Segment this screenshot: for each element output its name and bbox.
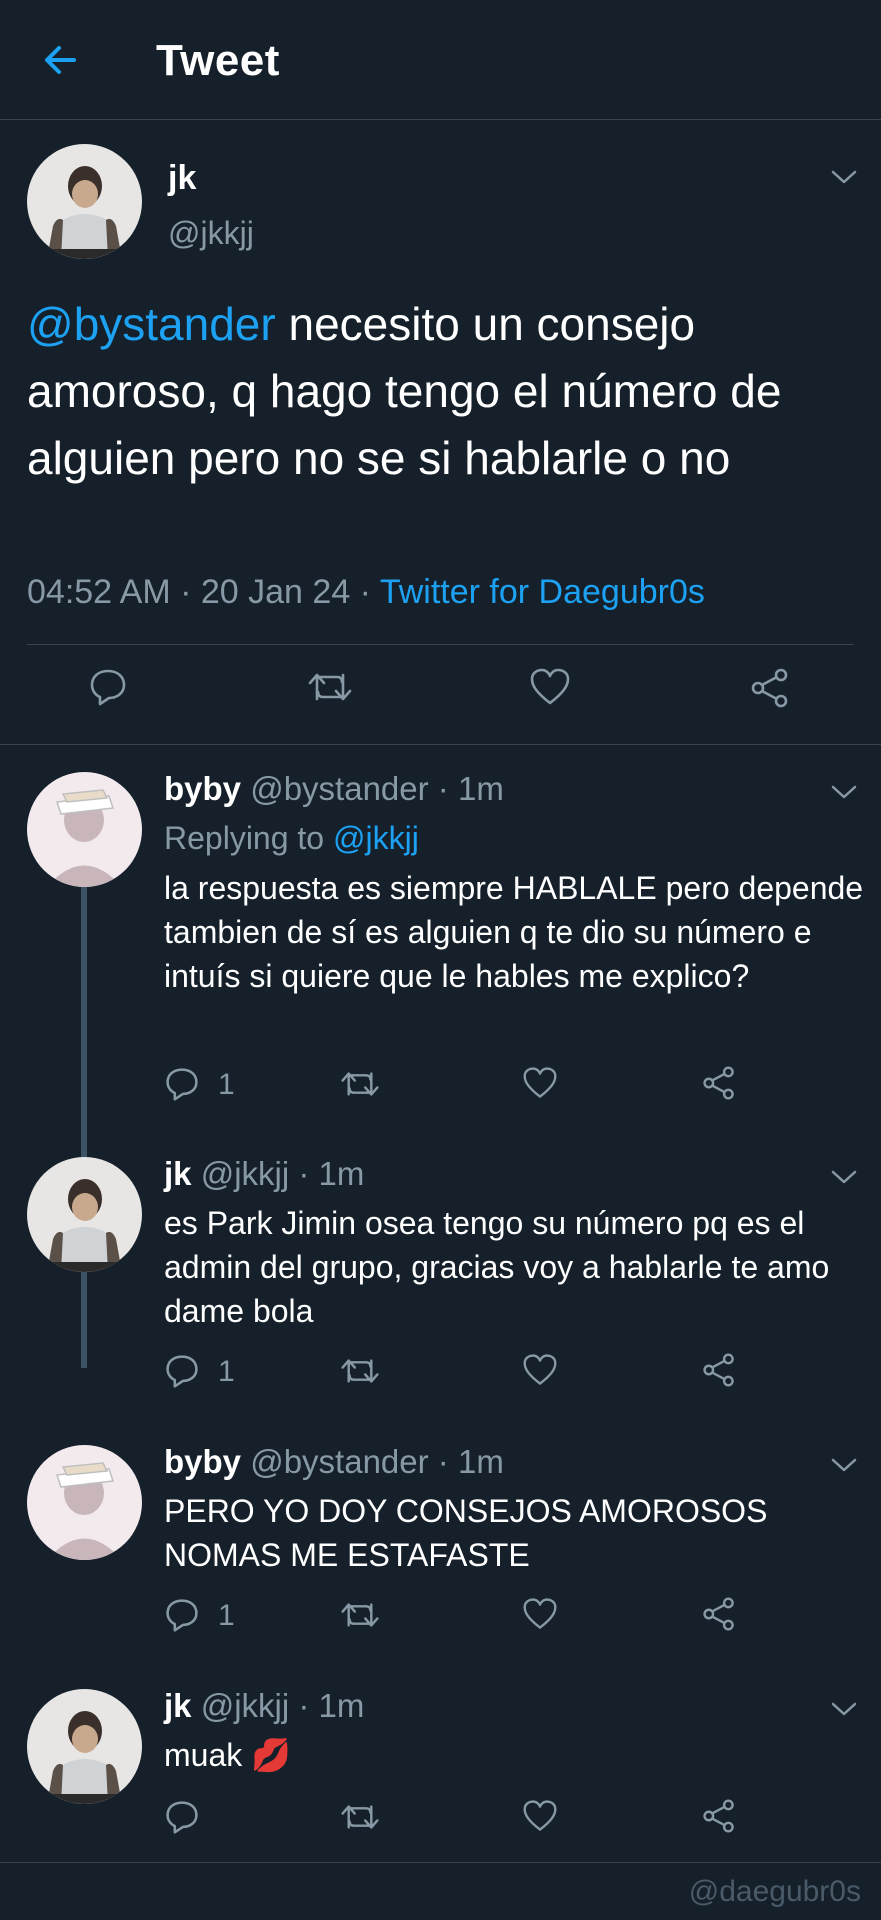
tweet-meta: 04:52 AM · 20 Jan 24 · Twitter for Daegu… [27,573,705,612]
reply-icon[interactable] [164,1066,200,1102]
author-handle[interactable]: @jkkjj [201,1687,290,1724]
replying-label: Replying to [164,820,333,856]
retweet-icon[interactable] [340,1355,380,1387]
arrow-left-icon[interactable] [40,40,80,80]
watermark: @daegubr0s [688,1875,861,1908]
author-name[interactable]: byby [164,770,241,807]
reply-count: 1 [218,1355,235,1388]
reply-text: PERO YO DOY CONSEJOS AMOROSOS NOMAS ME E… [164,1493,768,1573]
reply-count: 1 [218,1068,235,1101]
replying-to: Replying to @jkkjj [164,820,419,857]
share-icon[interactable] [702,1066,736,1100]
reply-time: 1m [318,1687,365,1724]
author-handle[interactable]: @bystander [250,770,428,807]
avatar[interactable] [27,1445,142,1560]
reply-header: byby @bystander · 1m [164,1443,504,1481]
mention-link[interactable]: @jkkjj [333,820,419,856]
reply-action-bar: 1 [164,1597,764,1637]
share-icon[interactable] [750,668,790,708]
reply-text: es Park Jimin osea tengo su número pq es… [164,1205,830,1329]
reply-time: 1m [457,770,504,807]
reply-icon[interactable] [164,1353,200,1389]
tweet-time: 04:52 AM [27,573,171,611]
author-handle[interactable]: @jkkjj [201,1155,290,1192]
client-link[interactable]: Twitter for Daegubr0s [380,573,705,611]
reply-text: muak 💋 [164,1737,291,1773]
reply-time: 1m [318,1155,365,1192]
reply-header: jk @jkkjj · 1m [164,1155,364,1193]
heart-icon[interactable] [522,1066,558,1100]
heart-icon[interactable] [529,667,571,707]
reply-icon[interactable] [164,1597,200,1633]
tweet-text: @bystander necesito un consejo amoroso, … [27,291,847,492]
reply-text: la respuesta es siempre HABLALE pero dep… [164,870,864,994]
reply-header: byby @bystander · 1m [164,770,504,808]
avatar[interactable] [27,772,142,887]
author-handle[interactable]: @jkkjj [168,215,254,252]
mention-link[interactable]: @bystander [27,298,276,350]
meta-separator: · [428,1443,458,1480]
reply-action-bar: 1 [164,1353,764,1393]
retweet-icon[interactable] [307,669,353,705]
thread-connector [81,878,87,1368]
reply-icon[interactable] [164,1799,200,1835]
author-handle[interactable]: @bystander [250,1443,428,1480]
reply-action-bar: 1 [164,1066,764,1106]
meta-separator: · [170,573,201,611]
share-icon[interactable] [702,1353,736,1387]
reply-time: 1m [457,1443,504,1480]
heart-icon[interactable] [522,1353,558,1387]
meta-separator: · [289,1155,319,1192]
reply-icon[interactable] [88,667,128,707]
avatar[interactable] [27,1689,142,1804]
divider [27,644,854,645]
heart-icon[interactable] [522,1799,558,1833]
avatar[interactable] [27,1157,142,1272]
tweet-date: 20 Jan 24 [200,573,351,611]
meta-separator: · [428,770,458,807]
author-name[interactable]: jk [164,1687,192,1724]
chevron-down-icon[interactable] [831,169,857,185]
chevron-down-icon[interactable] [831,1169,857,1185]
share-icon[interactable] [702,1597,736,1631]
retweet-icon[interactable] [340,1599,380,1631]
author-name[interactable]: byby [164,1443,241,1480]
retweet-icon[interactable] [340,1068,380,1100]
author-name[interactable]: jk [168,159,196,198]
top-bar: Tweet [0,0,881,120]
divider [0,744,881,745]
meta-separator: · [350,573,380,611]
chevron-down-icon[interactable] [831,1701,857,1717]
author-name[interactable]: jk [164,1155,192,1192]
avatar[interactable] [27,144,142,259]
chevron-down-icon[interactable] [831,1457,857,1473]
divider [0,1862,881,1863]
meta-separator: · [289,1687,319,1724]
page-title: Tweet [156,36,280,85]
retweet-icon[interactable] [340,1801,380,1833]
reply-header: jk @jkkjj · 1m [164,1687,364,1725]
heart-icon[interactable] [522,1597,558,1631]
chevron-down-icon[interactable] [831,784,857,800]
reply-action-bar [164,1799,764,1839]
share-icon[interactable] [702,1799,736,1833]
reply-count: 1 [218,1599,235,1632]
